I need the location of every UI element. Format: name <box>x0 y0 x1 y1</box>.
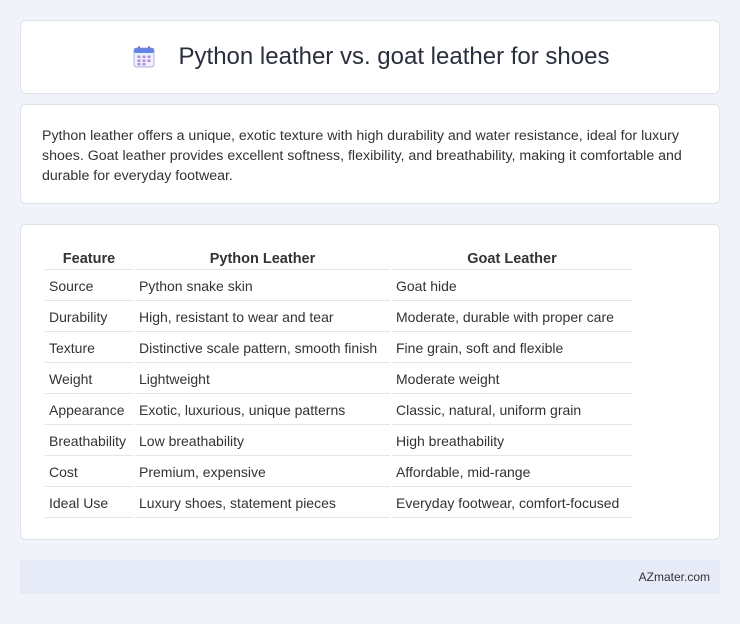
row-python-cell: Premium, expensive <box>135 458 390 487</box>
row-goat-cell: Everyday footwear, comfort-focused <box>392 489 632 518</box>
summary-card: Python leather offers a unique, exotic t… <box>20 104 720 204</box>
table-row: Weight Lightweight Moderate weight <box>45 365 632 394</box>
comparison-table: Feature Python Leather Goat Leather Sour… <box>43 245 634 520</box>
table-row: Durability High, resistant to wear and t… <box>45 303 632 332</box>
row-python-cell: Exotic, luxurious, unique patterns <box>135 396 390 425</box>
row-goat-cell: Goat hide <box>392 272 632 301</box>
row-feature-cell: Appearance <box>45 396 133 425</box>
table-row: Appearance Exotic, luxurious, unique pat… <box>45 396 632 425</box>
row-feature-cell: Texture <box>45 334 133 363</box>
summary-text: Python leather offers a unique, exotic t… <box>42 128 682 184</box>
header-goat-leather: Goat Leather <box>392 247 632 270</box>
row-goat-cell: Fine grain, soft and flexible <box>392 334 632 363</box>
row-feature-cell: Cost <box>45 458 133 487</box>
row-python-cell: Lightweight <box>135 365 390 394</box>
header-feature: Feature <box>45 247 133 270</box>
footer-bar: AZmater.com <box>20 560 720 594</box>
row-goat-cell: Moderate, durable with proper care <box>392 303 632 332</box>
table-header-row: Feature Python Leather Goat Leather <box>45 247 632 270</box>
row-python-cell: High, resistant to wear and tear <box>135 303 390 332</box>
calendar-icon <box>131 44 157 70</box>
table-row: Cost Premium, expensive Affordable, mid-… <box>45 458 632 487</box>
row-feature-cell: Breathability <box>45 427 133 456</box>
row-python-cell: Low breathability <box>135 427 390 456</box>
comparison-table-card: Feature Python Leather Goat Leather Sour… <box>20 224 720 540</box>
row-python-cell: Luxury shoes, statement pieces <box>135 489 390 518</box>
row-feature-cell: Source <box>45 272 133 301</box>
table-row: Texture Distinctive scale pattern, smoot… <box>45 334 632 363</box>
table-row: Ideal Use Luxury shoes, statement pieces… <box>45 489 632 518</box>
row-goat-cell: Affordable, mid-range <box>392 458 632 487</box>
row-feature-cell: Ideal Use <box>45 489 133 518</box>
row-goat-cell: Classic, natural, uniform grain <box>392 396 632 425</box>
row-python-cell: Python snake skin <box>135 272 390 301</box>
row-goat-cell: High breathability <box>392 427 632 456</box>
header-python-leather: Python Leather <box>135 247 390 270</box>
row-python-cell: Distinctive scale pattern, smooth finish <box>135 334 390 363</box>
footer-site-link[interactable]: AZmater.com <box>639 570 710 584</box>
title-card: Python leather vs. goat leather for shoe… <box>20 20 720 94</box>
row-goat-cell: Moderate weight <box>392 365 632 394</box>
row-feature-cell: Weight <box>45 365 133 394</box>
row-feature-cell: Durability <box>45 303 133 332</box>
page-title: Python leather vs. goat leather for shoe… <box>178 43 610 70</box>
table-row: Breathability Low breathability High bre… <box>45 427 632 456</box>
table-row: Source Python snake skin Goat hide <box>45 272 632 301</box>
